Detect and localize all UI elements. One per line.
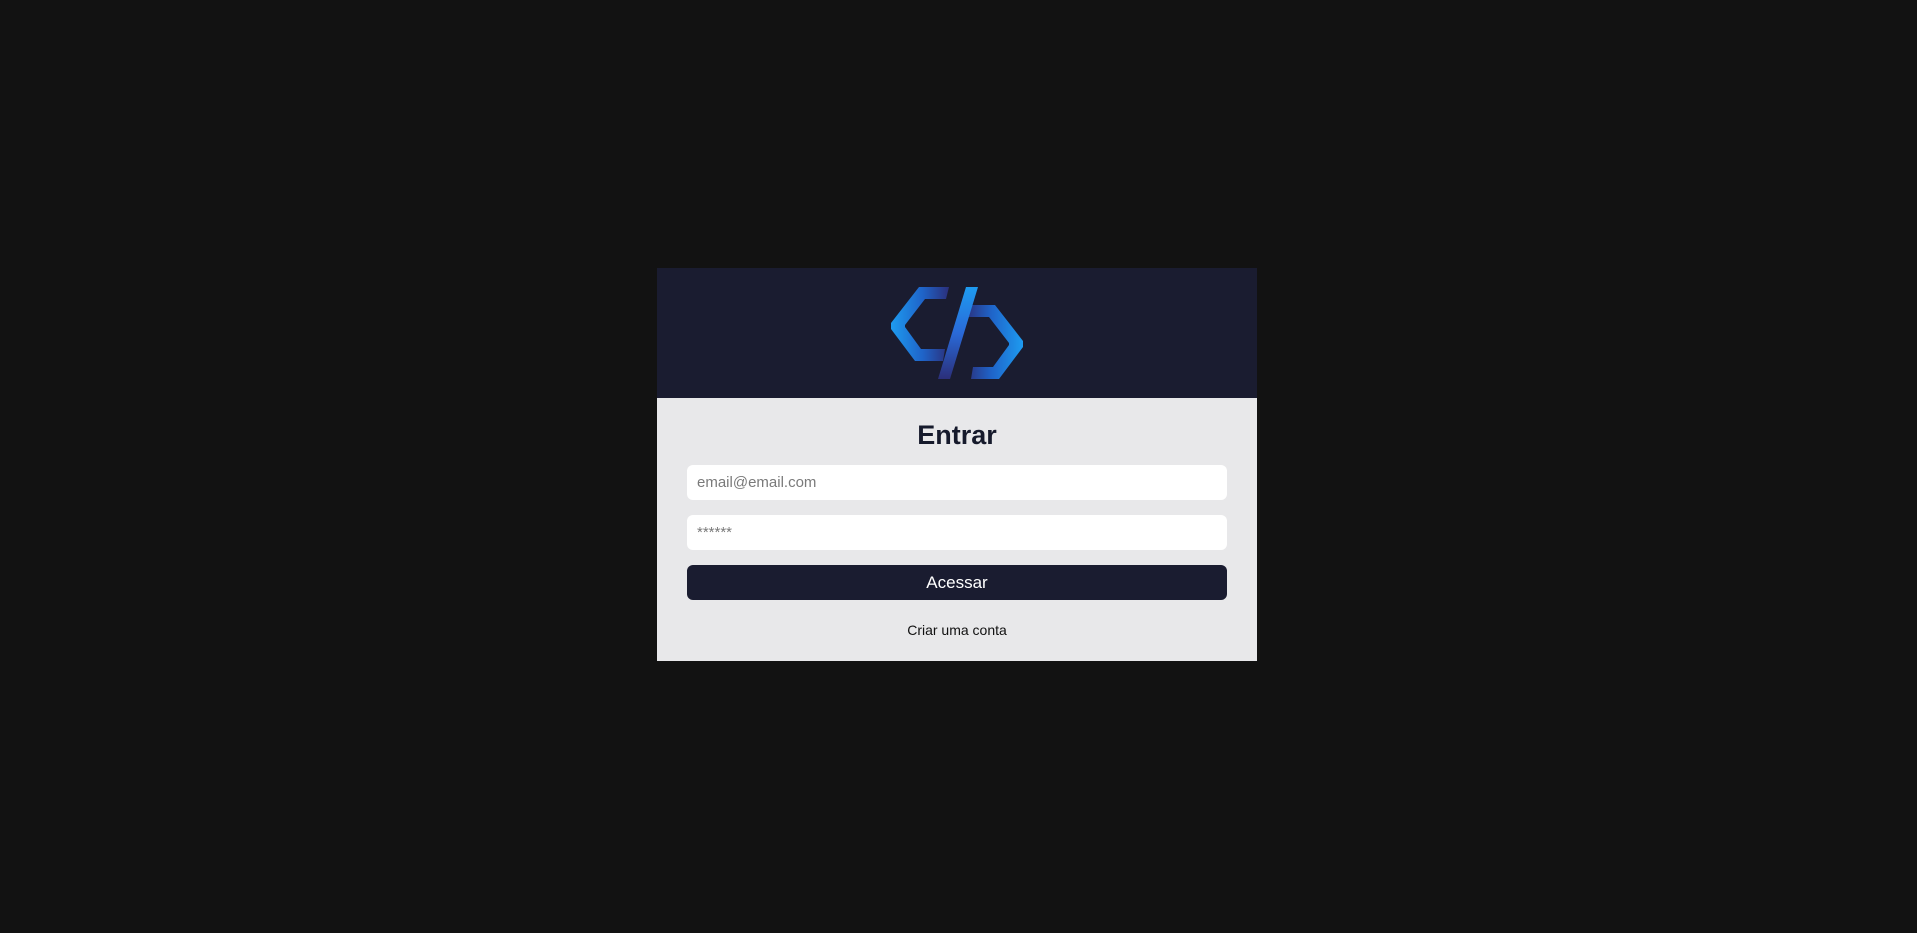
submit-button[interactable]: Acessar [687, 565, 1227, 600]
login-card: Entrar Acessar Criar uma conta [657, 268, 1257, 661]
email-input[interactable] [687, 465, 1227, 500]
create-account-link[interactable]: Criar uma conta [657, 622, 1257, 638]
code-brackets-logo-icon [891, 287, 1023, 379]
login-title: Entrar [917, 420, 997, 450]
password-input[interactable] [687, 515, 1227, 550]
login-form: Entrar Acessar Criar uma conta [657, 398, 1257, 661]
login-card-header [657, 268, 1257, 398]
